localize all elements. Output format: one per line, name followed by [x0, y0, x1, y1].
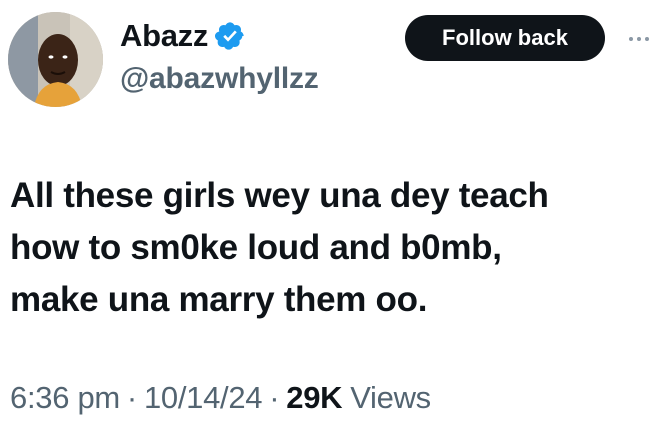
author-handle[interactable]: @abazwhyllzz	[120, 62, 319, 96]
tweet-time[interactable]: 6:36 pm	[10, 380, 120, 416]
meta-separator: ·	[126, 380, 137, 415]
tweet-date[interactable]: 10/14/24	[144, 380, 263, 416]
avatar[interactable]	[8, 12, 103, 107]
tweet-text: All these girls wey una dey teach how to…	[10, 176, 549, 319]
meta-separator: ·	[269, 380, 280, 415]
author-display-name[interactable]: Abazz	[120, 18, 208, 54]
verified-badge-icon	[214, 20, 246, 52]
views-count: 29K	[286, 380, 343, 415]
follow-back-button[interactable]: Follow back	[405, 15, 605, 61]
tweet-card: Abazz @abazwhyllzz Follow back All these…	[0, 0, 659, 431]
avatar-photo	[8, 12, 103, 107]
views-label: Views	[350, 380, 431, 415]
author-name-row: Abazz	[120, 16, 246, 56]
more-options-icon[interactable]	[624, 24, 654, 54]
tweet-meta: 6:36 pm · 10/14/24 · 29K Views	[10, 380, 431, 416]
